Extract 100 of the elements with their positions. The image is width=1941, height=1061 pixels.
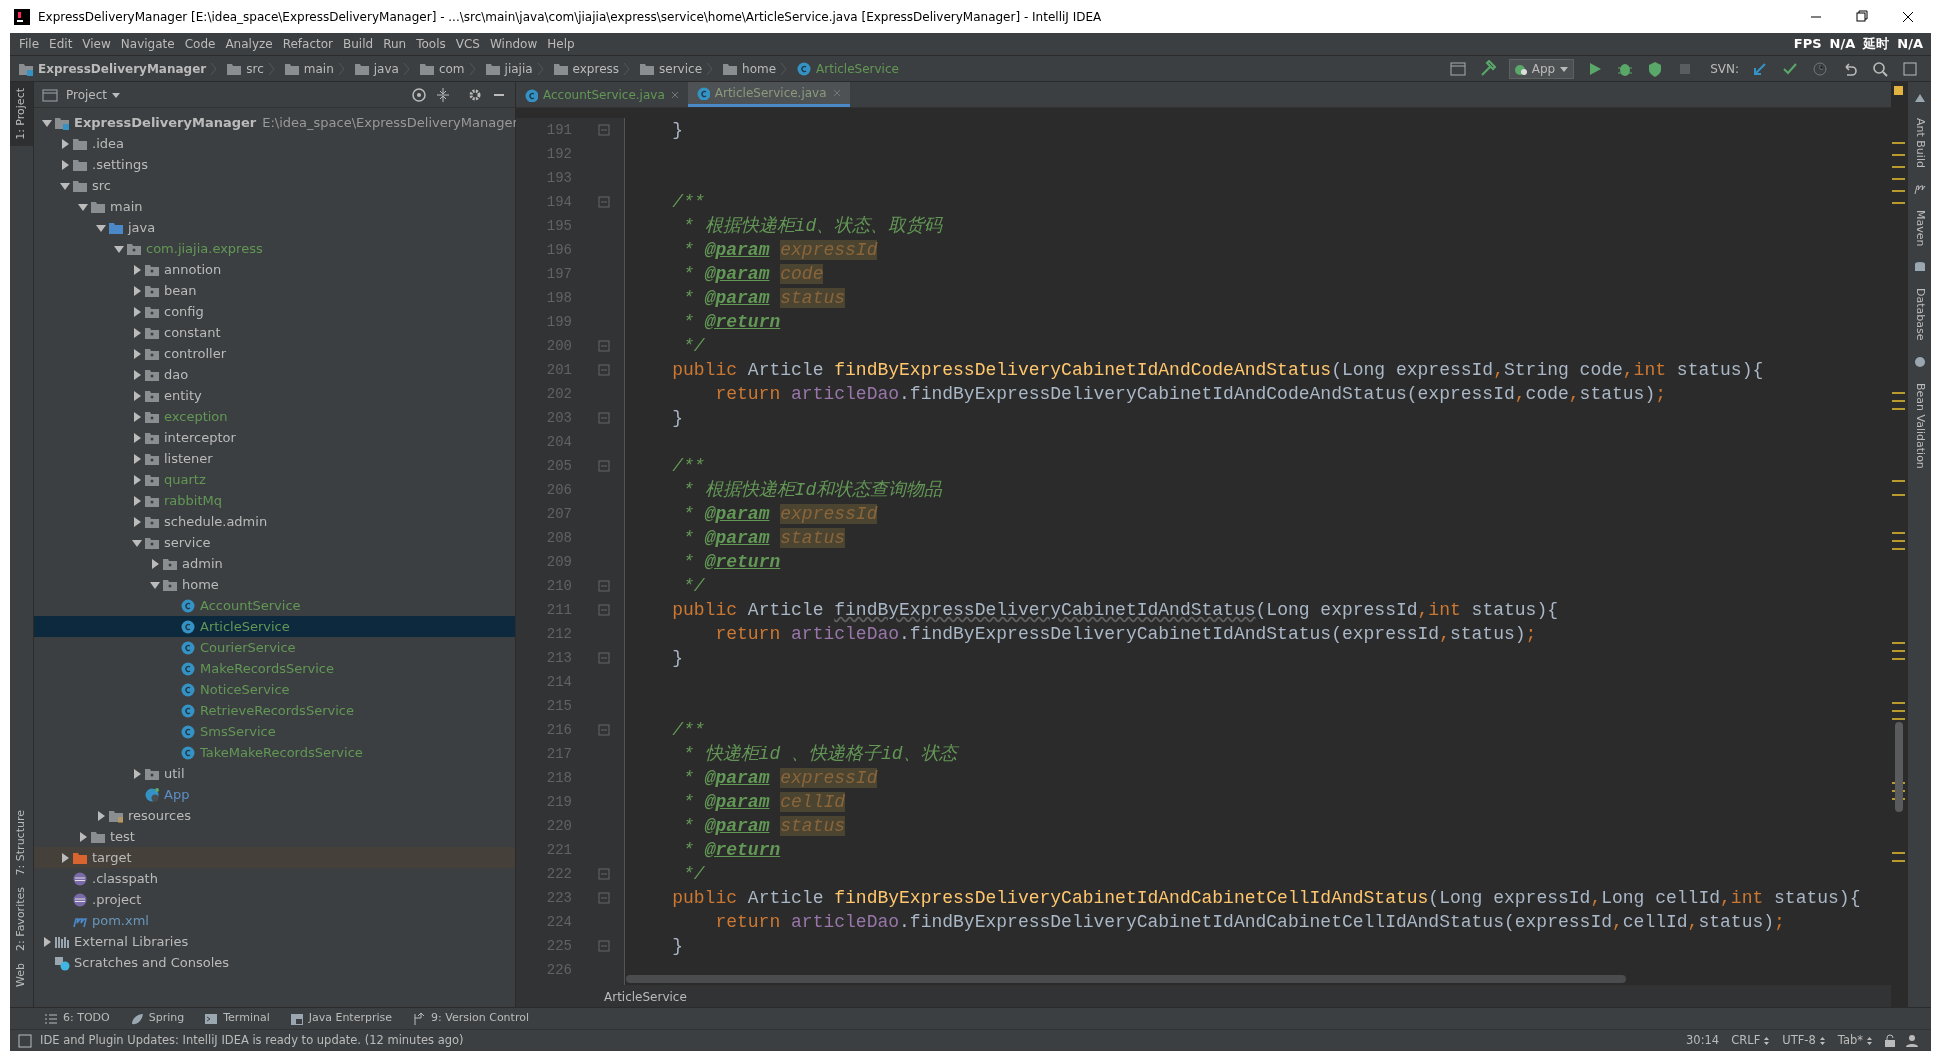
tool-window-button[interactable]: 6: TODO — [34, 1010, 120, 1027]
cursor-position[interactable]: 30:14 — [1680, 1031, 1726, 1050]
tool-window-tab[interactable]: 7: Structure — [10, 803, 33, 882]
breadcrumb-item[interactable]: jiajia — [484, 59, 533, 78]
tree-item[interactable]: AccountService — [34, 595, 515, 616]
panel-icon[interactable] — [18, 1033, 32, 1048]
menu-item[interactable]: Help — [542, 35, 580, 53]
menu-item[interactable]: Tools — [411, 35, 451, 53]
tree-item[interactable]: home — [34, 574, 515, 595]
tool-window-tab[interactable]: Ant Build — [1908, 112, 1931, 174]
project-view-dropdown[interactable]: Project — [66, 85, 122, 104]
menu-item[interactable]: Code — [179, 35, 221, 53]
tree-item[interactable]: CourierService — [34, 637, 515, 658]
layout-icon[interactable] — [1448, 59, 1467, 78]
tree-item[interactable]: service — [34, 532, 515, 553]
menu-item[interactable]: Navigate — [115, 35, 180, 53]
line-separator-selector[interactable]: CRLF — [1725, 1031, 1777, 1050]
tool-window-tab[interactable]: 2: Favorites — [10, 881, 33, 957]
tree-item[interactable]: .project — [34, 889, 515, 910]
tree-item[interactable]: com.jiajia.express — [34, 238, 515, 259]
person-icon[interactable] — [1905, 1033, 1919, 1048]
breadcrumb-item[interactable]: com — [418, 59, 465, 78]
breadcrumb-item[interactable]: java — [353, 59, 399, 78]
menu-item[interactable]: File — [14, 35, 45, 53]
tool-window-button[interactable]: 9: Version Control — [402, 1010, 539, 1027]
menu-item[interactable]: VCS — [450, 35, 485, 53]
menu-item[interactable]: Refactor — [277, 35, 339, 53]
tree-item[interactable]: NoticeService — [34, 679, 515, 700]
run-config-dropdown[interactable]: App — [1508, 58, 1575, 79]
tree-item[interactable]: TakeMakeRecordsService — [34, 742, 515, 763]
target-icon[interactable] — [411, 86, 427, 103]
menu-item[interactable]: Edit — [44, 35, 78, 53]
menu-item[interactable]: Build — [338, 35, 379, 53]
tree-item[interactable]: annotion — [34, 259, 515, 280]
breadcrumb-item[interactable]: ArticleService — [796, 59, 899, 78]
breadcrumb-item[interactable]: service — [639, 59, 703, 78]
tree-item[interactable]: .classpath — [34, 868, 515, 889]
breadcrumb-item[interactable]: src — [226, 59, 264, 78]
editor-breadcrumb[interactable]: ArticleService — [604, 987, 687, 1006]
tree-item[interactable]: SmsService — [34, 721, 515, 742]
tree-item[interactable]: util — [34, 763, 515, 784]
tool-window-tab[interactable]: Maven — [1908, 203, 1931, 253]
menu-item[interactable]: Window — [484, 35, 543, 53]
tree-item[interactable]: target — [34, 847, 515, 868]
breadcrumb-item[interactable]: express — [552, 59, 620, 78]
tool-window-button[interactable]: Spring — [119, 1010, 195, 1027]
tree-item[interactable]: src — [34, 175, 515, 196]
tree-item[interactable]: resources — [34, 805, 515, 826]
app-logo-icon — [14, 8, 30, 25]
tree-item[interactable]: entity — [34, 385, 515, 406]
menu-item[interactable]: Analyze — [220, 35, 278, 53]
tree-item[interactable]: dao — [34, 364, 515, 385]
tree-item[interactable]: java — [34, 217, 515, 238]
editor-tab[interactable]: AccountService.java — [516, 82, 688, 107]
tree-item[interactable]: bean — [34, 280, 515, 301]
tree-item[interactable]: ExpressDeliveryManager E:\idea_space\ExpressDeliveryManager — [34, 112, 515, 133]
tool-window-tab[interactable]: Database — [1908, 282, 1931, 347]
tool-window-button[interactable]: Terminal — [194, 1010, 280, 1027]
tree-item[interactable]: constant — [34, 322, 515, 343]
tree-item[interactable]: MakeRecordsService — [34, 658, 515, 679]
file-icon — [72, 891, 88, 908]
horizontal-scrollbar[interactable] — [626, 975, 1626, 983]
lock-icon[interactable] — [1883, 1033, 1897, 1048]
tree-item[interactable]: App — [34, 784, 515, 805]
search-icon[interactable] — [1871, 59, 1889, 78]
tree-item[interactable]: main — [34, 196, 515, 217]
tree-item[interactable]: RetrieveRecordsService — [34, 700, 515, 721]
tool-window-tab[interactable]: 1: Project — [10, 82, 33, 146]
tree-item[interactable]: listener — [34, 448, 515, 469]
breadcrumb-item[interactable]: home — [722, 59, 777, 78]
tree-item[interactable]: schedule.admin — [34, 511, 515, 532]
breadcrumb-item[interactable]: main — [283, 59, 334, 78]
menu-item[interactable]: Run — [378, 35, 412, 53]
class-icon — [180, 681, 196, 698]
expand-icon[interactable] — [1901, 59, 1919, 78]
tree-item[interactable]: rabbitMq — [34, 490, 515, 511]
tree-item[interactable]: interceptor — [34, 427, 515, 448]
tree-item[interactable]: quartz — [34, 469, 515, 490]
menu-item[interactable]: View — [77, 35, 116, 53]
collapse-icon[interactable] — [435, 86, 451, 103]
indent-selector[interactable]: Tab* — [1831, 1031, 1879, 1050]
tree-item[interactable]: ArticleService — [34, 616, 515, 637]
tree-item[interactable]: controller — [34, 343, 515, 364]
tree-item[interactable]: Scratches and Consoles — [34, 952, 515, 973]
breadcrumb-item[interactable]: ExpressDeliveryManager — [18, 59, 207, 78]
scrollbar-thumb[interactable] — [1895, 722, 1903, 812]
code-line: * @param expressId — [682, 503, 878, 526]
tree-item[interactable]: pom.xml — [34, 910, 515, 931]
tool-window-tab[interactable]: Web — [10, 957, 33, 993]
tree-item[interactable]: admin — [34, 553, 515, 574]
encoding-selector[interactable]: UTF-8 — [1776, 1031, 1832, 1050]
tree-item[interactable]: exception — [34, 406, 515, 427]
tree-item[interactable]: .idea — [34, 133, 515, 154]
up-down-icon — [1818, 1035, 1826, 1046]
tree-item[interactable]: config — [34, 301, 515, 322]
tree-item[interactable]: .settings — [34, 154, 515, 175]
tool-window-button[interactable]: Java Enterprise — [279, 1010, 403, 1027]
tool-window-tab[interactable]: Bean Validation — [1908, 376, 1931, 475]
tree-item[interactable]: test — [34, 826, 515, 847]
tree-item[interactable]: External Libraries — [34, 931, 515, 952]
